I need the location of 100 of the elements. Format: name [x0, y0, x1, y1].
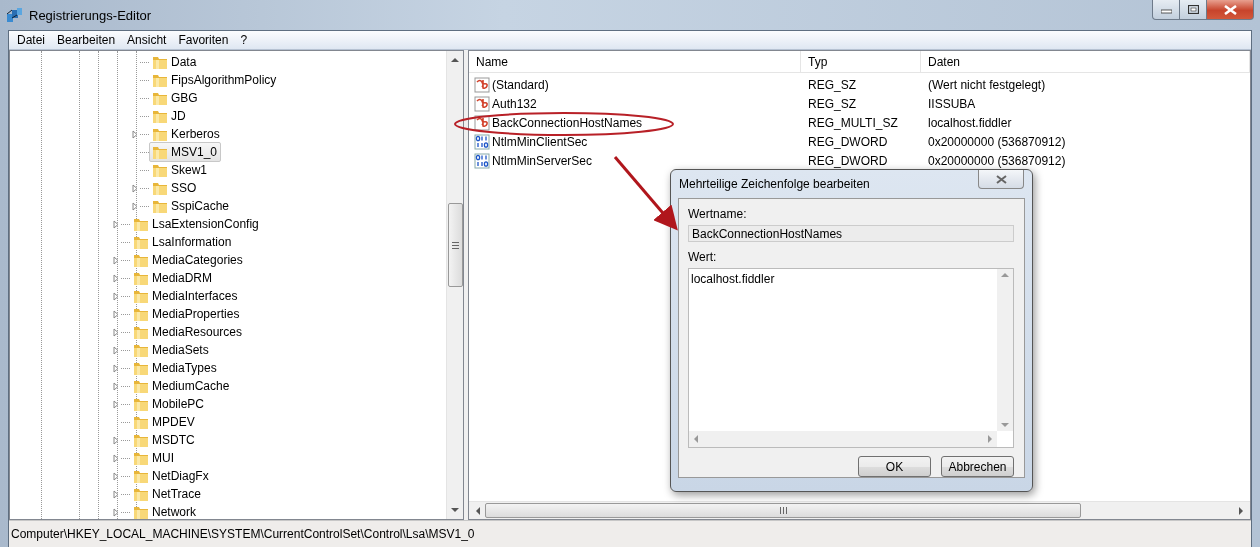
- expand-arrow-icon[interactable]: [113, 507, 119, 517]
- table-cell: NtlmMinClientSec: [492, 134, 588, 149]
- field-label: Wert:: [688, 250, 718, 264]
- tree-item[interactable]: SSO: [149, 178, 201, 198]
- column-header[interactable]: Daten: [921, 51, 1250, 72]
- scroll-down-icon[interactable]: [451, 507, 459, 513]
- scroll-right-icon[interactable]: [1238, 506, 1244, 515]
- folder-icon: [133, 306, 149, 322]
- folder-icon: [133, 216, 149, 232]
- horizontal-scrollbar[interactable]: [469, 501, 1250, 519]
- tree-item[interactable]: Kerberos: [149, 124, 224, 144]
- expand-arrow-icon[interactable]: [132, 129, 138, 139]
- tree-item[interactable]: MobilePC: [130, 394, 209, 414]
- folder-icon: [133, 342, 149, 358]
- menu-item[interactable]: ?: [234, 33, 254, 47]
- vertical-scrollbar[interactable]: [446, 51, 463, 519]
- expand-arrow-icon[interactable]: [113, 219, 119, 229]
- tree-item[interactable]: MediaInterfaces: [130, 286, 242, 306]
- tree-item[interactable]: NetDiagFx: [130, 466, 213, 486]
- folder-icon: [133, 432, 149, 448]
- close-icon: [1223, 4, 1237, 15]
- scroll-left-icon[interactable]: [475, 506, 481, 515]
- grip-icon: [451, 241, 459, 249]
- close-button[interactable]: [1207, 0, 1254, 20]
- expand-arrow-icon[interactable]: [113, 435, 119, 445]
- folder-icon: [133, 234, 149, 250]
- key-tree[interactable]: [9, 50, 464, 520]
- folder-icon: [133, 486, 149, 502]
- tree-item[interactable]: MediumCache: [130, 376, 234, 396]
- expand-arrow-icon[interactable]: [113, 273, 119, 283]
- column-header[interactable]: Name: [469, 51, 801, 72]
- folder-icon: [133, 504, 149, 519]
- tree-item[interactable]: MediaCategories: [130, 250, 247, 270]
- folder-icon: [152, 144, 168, 160]
- tree-item[interactable]: MUI: [130, 448, 178, 468]
- text-value-icon: [474, 76, 490, 93]
- table-cell: (Wert nicht festgelegt): [928, 77, 1046, 92]
- scroll-up-icon[interactable]: [451, 57, 459, 63]
- tree-item[interactable]: MSDTC: [130, 430, 199, 450]
- tree-item[interactable]: Network: [130, 502, 200, 519]
- tree-item[interactable]: MSV1_0: [149, 142, 222, 162]
- tree-item[interactable]: NetTrace: [130, 484, 205, 504]
- folder-icon: [152, 108, 168, 124]
- table-cell: REG_SZ: [808, 77, 856, 92]
- folder-icon: [152, 180, 168, 196]
- dialog-title: Mehrteilige Zeichenfolge bearbeiten: [679, 176, 870, 191]
- expand-arrow-icon[interactable]: [113, 327, 119, 337]
- tree-item[interactable]: MediaResources: [130, 322, 247, 342]
- menu-item[interactable]: Favoriten: [172, 33, 235, 47]
- tree-item[interactable]: Data: [149, 52, 201, 72]
- expand-arrow-icon[interactable]: [113, 309, 119, 319]
- expand-arrow-icon[interactable]: [113, 291, 119, 301]
- tree-item[interactable]: MPDEV: [130, 412, 199, 432]
- expand-arrow-icon[interactable]: [113, 345, 119, 355]
- binary-value-icon: [474, 152, 490, 169]
- cancel-button[interactable]: Abbrechen: [941, 456, 1014, 477]
- folder-icon: [133, 360, 149, 376]
- expand-arrow-icon[interactable]: [113, 363, 119, 373]
- tree-item[interactable]: GBG: [149, 88, 202, 108]
- expand-arrow-icon[interactable]: [113, 399, 119, 409]
- grip-icon: [779, 507, 787, 514]
- binary-value-icon: [474, 133, 490, 150]
- expand-arrow-icon[interactable]: [113, 255, 119, 265]
- folder-icon: [133, 252, 149, 268]
- minimize-button[interactable]: [1152, 0, 1180, 20]
- expand-arrow-icon[interactable]: [113, 381, 119, 391]
- expand-arrow-icon[interactable]: [113, 489, 119, 499]
- tree-item[interactable]: MediaSets: [130, 340, 213, 360]
- tree-item[interactable]: Skew1: [149, 160, 212, 180]
- tree-item[interactable]: MediaDRM: [130, 268, 216, 288]
- folder-icon: [133, 450, 149, 466]
- expand-arrow-icon[interactable]: [113, 453, 119, 463]
- tree-item[interactable]: MediaProperties: [130, 304, 244, 324]
- folder-icon: [152, 198, 168, 214]
- value-name-field[interactable]: BackConnectionHostNames: [688, 225, 1014, 242]
- tree-item[interactable]: MediaTypes: [130, 358, 221, 378]
- tree-item[interactable]: LsaInformation: [130, 232, 236, 252]
- tree-item[interactable]: SspiCache: [149, 196, 234, 216]
- table-cell: BackConnectionHostNames: [492, 115, 643, 130]
- tree-item[interactable]: JD: [149, 106, 190, 126]
- expand-arrow-icon[interactable]: [132, 183, 138, 193]
- table-cell: 0x20000000 (536870912): [928, 153, 1066, 168]
- table-cell: localhost.fiddler: [928, 115, 1012, 130]
- column-header[interactable]: Typ: [801, 51, 921, 72]
- tree-item[interactable]: LsaExtensionConfig: [130, 214, 263, 234]
- tree-item[interactable]: FipsAlgorithmPolicy: [149, 70, 281, 90]
- folder-icon: [152, 90, 168, 106]
- menu-item[interactable]: Datei: [11, 33, 51, 47]
- ok-button[interactable]: OK: [858, 456, 931, 477]
- maximize-icon: [1187, 5, 1199, 14]
- folder-icon: [133, 468, 149, 484]
- folder-icon: [152, 72, 168, 88]
- expand-arrow-icon[interactable]: [113, 471, 119, 481]
- maximize-button[interactable]: [1180, 0, 1207, 20]
- registry-icon: [6, 7, 23, 23]
- menu-item[interactable]: Bearbeiten: [51, 33, 122, 47]
- menu-item[interactable]: Ansicht: [121, 33, 173, 47]
- close-button[interactable]: [978, 170, 1024, 189]
- value-text-area[interactable]: localhost.fiddler: [688, 268, 1014, 448]
- expand-arrow-icon[interactable]: [132, 201, 138, 211]
